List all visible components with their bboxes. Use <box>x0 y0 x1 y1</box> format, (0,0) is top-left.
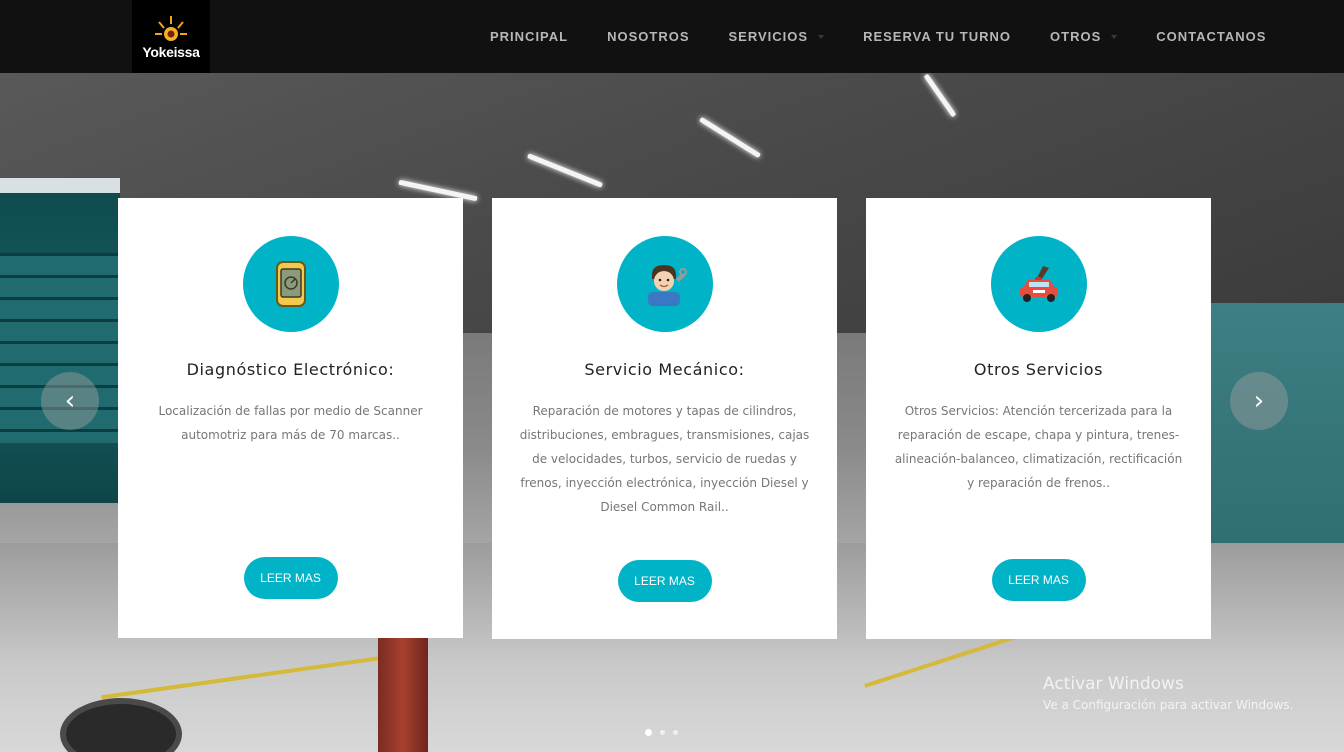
car-paint-icon <box>1019 266 1058 302</box>
carousel-indicators <box>645 729 686 736</box>
leer-mas-button[interactable]: LEER MAS <box>243 557 338 599</box>
service-card-mecanico: Servicio Mecánico: Reparación de motores… <box>492 198 837 639</box>
nav-item-nosotros[interactable]: NOSOTROS <box>607 29 689 44</box>
logo[interactable]: Yokeissa <box>132 0 210 73</box>
watermark-subtitle: Ve a Configuración para activar Windows. <box>1043 698 1294 712</box>
chevron-down-icon <box>1111 34 1118 39</box>
nav-label: NOSOTROS <box>607 29 690 44</box>
chevron-left-icon: ‹ <box>64 386 76 416</box>
carousel-prev-button[interactable]: ‹ <box>41 372 99 430</box>
card-description: Reparación de motores y tapas de cilindr… <box>519 404 810 514</box>
logo-text: Yokeissa <box>142 43 200 60</box>
carousel-dot-1[interactable] <box>645 729 652 736</box>
wall <box>1210 303 1344 563</box>
card-title: Otros Servicios <box>973 360 1104 379</box>
card-title: Diagnóstico Electrónico: <box>186 360 395 379</box>
card-icon-circle <box>616 236 713 332</box>
navbar: Yokeissa PRINCIPAL NOSOTROS SERVICIOS RE… <box>0 0 1344 73</box>
mechanic-icon <box>647 265 687 306</box>
nav-label: SERVICIOS <box>728 29 809 44</box>
card-icon-circle <box>242 236 339 332</box>
spark-logo-icon <box>155 15 187 41</box>
nav-label: RESERVA TU TURNO <box>863 29 1012 44</box>
carousel-next-button[interactable]: › <box>1230 372 1288 430</box>
nav-item-servicios[interactable]: SERVICIOS <box>729 29 825 44</box>
nav-item-principal[interactable]: PRINCIPAL <box>490 29 568 44</box>
leer-mas-button[interactable]: LEER MAS <box>991 559 1086 601</box>
chevron-down-icon <box>818 34 825 39</box>
nav-label: OTROS <box>1050 29 1102 44</box>
diagnostic-scanner-icon <box>275 261 306 307</box>
chevron-right-icon: › <box>1253 386 1265 416</box>
card-icon-circle <box>990 236 1087 332</box>
service-card-diagnostico: Diagnóstico Electrónico: Localización de… <box>118 198 463 638</box>
card-description: Otros Servicios: Atención tercerizada pa… <box>894 404 1183 490</box>
card-description: Localización de fallas por medio de Scan… <box>158 404 423 442</box>
leer-mas-button[interactable]: LEER MAS <box>617 560 712 602</box>
nav-item-otros[interactable]: OTROS <box>1050 29 1118 44</box>
watermark-title: Activar Windows <box>1043 674 1184 694</box>
nav-item-reserva-tu-turno[interactable]: RESERVA TU TURNO <box>863 29 1011 44</box>
main-nav: PRINCIPAL NOSOTROS SERVICIOS RESERVA TU … <box>470 0 1305 73</box>
carousel-dot-3[interactable] <box>673 730 678 735</box>
carousel-dot-2[interactable] <box>660 730 665 735</box>
windows-activation-watermark: Activar Windows Ve a Configuración para … <box>1043 674 1293 712</box>
card-title: Servicio Mecánico: <box>584 360 745 379</box>
service-card-otros: Otros Servicios Otros Servicios: Atenció… <box>866 198 1211 639</box>
nav-label: PRINCIPAL <box>490 29 569 44</box>
nav-label: CONTACTANOS <box>1156 29 1267 44</box>
nav-item-contactanos[interactable]: CONTACTANOS <box>1156 29 1266 44</box>
